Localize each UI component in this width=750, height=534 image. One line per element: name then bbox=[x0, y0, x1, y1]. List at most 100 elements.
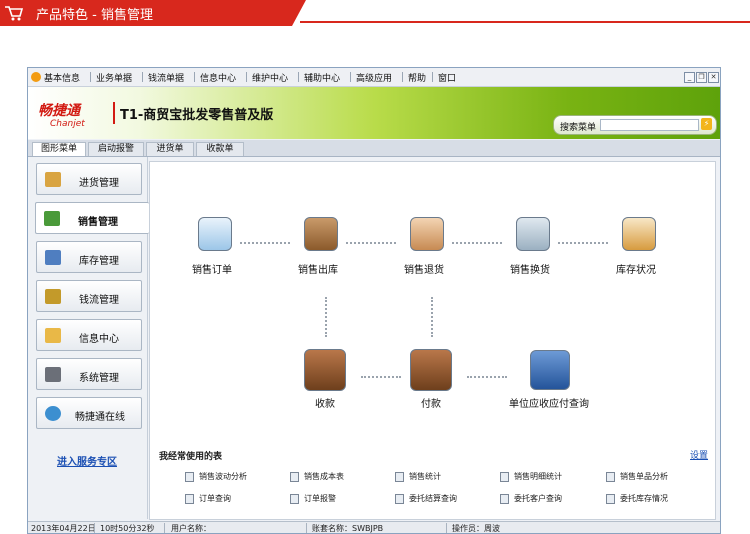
frequent-item[interactable]: 销售成本表 bbox=[290, 471, 344, 482]
menu-separator bbox=[402, 72, 403, 82]
flow-connector bbox=[452, 242, 502, 244]
frequent-tables-title: 我经常使用的表 bbox=[159, 452, 223, 462]
ar-ap-query-icon[interactable] bbox=[530, 350, 570, 390]
menu-item-window[interactable]: 窗口 bbox=[438, 71, 456, 84]
lightning-icon[interactable]: ⚡ bbox=[701, 118, 712, 130]
frequent-item[interactable]: 销售统计 bbox=[395, 471, 441, 482]
frequent-item[interactable]: 销售波动分析 bbox=[185, 471, 247, 482]
flow-connector bbox=[240, 242, 290, 244]
banner-divider-line bbox=[300, 21, 750, 23]
flow-label-sales-return[interactable]: 销售退货 bbox=[404, 261, 444, 276]
tab-startup-alarm[interactable]: 启动报警 bbox=[88, 142, 144, 156]
flow-label-pay[interactable]: 付款 bbox=[421, 395, 441, 410]
frequent-item-label: 委托库存情况 bbox=[620, 494, 668, 503]
menu-item-auxiliary[interactable]: 辅助中心 bbox=[304, 71, 340, 84]
brand-logo-en: Chanjet bbox=[50, 119, 85, 129]
brand-logo: 畅捷通 bbox=[38, 103, 80, 119]
status-operator: 操作员：周波 bbox=[452, 524, 500, 533]
restore-icon[interactable]: ❐ bbox=[696, 72, 707, 83]
frequent-item-label: 销售单品分析 bbox=[620, 472, 668, 481]
status-time: 10时50分32秒 bbox=[100, 524, 155, 533]
sales-exchange-icon[interactable] bbox=[516, 217, 550, 251]
flow-label-receive[interactable]: 收款 bbox=[315, 395, 335, 410]
frequent-item-label: 销售明细统计 bbox=[514, 472, 562, 481]
sidebar-item-money[interactable]: 钱流管理 bbox=[36, 280, 142, 312]
sidebar-item-label: 进货管理 bbox=[79, 178, 119, 189]
sidebar-item-system[interactable]: 系统管理 bbox=[36, 358, 142, 390]
sales-order-icon[interactable] bbox=[198, 217, 232, 251]
menu-item-help[interactable]: 帮助 bbox=[408, 71, 426, 84]
product-title: T1-商贸宝批发零售普及版 bbox=[120, 108, 274, 123]
menu-separator bbox=[298, 72, 299, 82]
report-icon bbox=[500, 493, 509, 504]
menu-item-money-docs[interactable]: 钱流单据 bbox=[148, 71, 184, 84]
search-label: 搜索菜单 bbox=[560, 123, 597, 133]
sidebar-item-label: 库存管理 bbox=[79, 256, 119, 267]
logo-divider bbox=[113, 102, 115, 124]
tab-receipt[interactable]: 收款单 bbox=[196, 142, 244, 156]
purchase-box-icon bbox=[45, 172, 61, 187]
stock-status-icon[interactable] bbox=[622, 217, 656, 251]
frequent-settings-link[interactable]: 设置 bbox=[690, 448, 708, 461]
menu-separator bbox=[246, 72, 247, 82]
status-bar: 2013年04月22日 10时50分32秒 用户名称： 账套名称：SWBJPB … bbox=[28, 521, 720, 533]
tab-graphic-menu[interactable]: 图形菜单 bbox=[32, 142, 86, 156]
sidebar-item-info-center[interactable]: 信息中心 bbox=[36, 319, 142, 351]
sidebar-item-inventory[interactable]: 库存管理 bbox=[36, 241, 142, 273]
frequent-item-label: 订单查询 bbox=[199, 494, 231, 503]
report-icon bbox=[290, 471, 299, 482]
sidebar-item-sales[interactable]: 销售管理 bbox=[35, 202, 149, 234]
receive-money-icon[interactable] bbox=[304, 349, 346, 391]
tab-strip: 图形菜单 启动报警 进货单 收款单 bbox=[28, 140, 720, 157]
flow-connector bbox=[325, 297, 327, 337]
report-icon bbox=[185, 471, 194, 482]
system-tools-icon bbox=[45, 367, 61, 382]
frequent-item[interactable]: 订单查询 bbox=[185, 493, 231, 504]
sidebar-item-online[interactable]: 畅捷通在线 bbox=[36, 397, 142, 429]
frequent-item-label: 委托结算查询 bbox=[409, 494, 457, 503]
flow-label-sales-order[interactable]: 销售订单 bbox=[192, 261, 232, 276]
shopping-cart-icon bbox=[5, 6, 24, 21]
flow-label-ar-ap-query[interactable]: 单位应收应付查询 bbox=[509, 395, 589, 410]
service-zone-link[interactable]: 进入服务专区 bbox=[57, 453, 117, 468]
report-icon bbox=[395, 493, 404, 504]
flow-connector bbox=[431, 297, 433, 337]
status-separator bbox=[446, 523, 447, 533]
search-input[interactable] bbox=[600, 119, 699, 131]
status-separator bbox=[306, 523, 307, 533]
menu-item-maintenance[interactable]: 维护中心 bbox=[252, 71, 288, 84]
status-date: 2013年04月22日 bbox=[31, 524, 96, 533]
frequent-item[interactable]: 委托结算查询 bbox=[395, 493, 457, 504]
flow-label-sales-out[interactable]: 销售出库 bbox=[298, 261, 338, 276]
minimize-icon[interactable]: _ bbox=[684, 72, 695, 83]
report-icon bbox=[500, 471, 509, 482]
flow-label-stock-status[interactable]: 库存状况 bbox=[616, 261, 656, 276]
menu-item-basic-info[interactable]: 基本信息 bbox=[44, 71, 80, 84]
status-separator bbox=[94, 523, 95, 533]
frequent-item[interactable]: 销售明细统计 bbox=[500, 471, 562, 482]
menu-item-advanced[interactable]: 高级应用 bbox=[356, 71, 392, 84]
info-bulb-icon bbox=[45, 328, 61, 343]
menu-item-info-center[interactable]: 信息中心 bbox=[200, 71, 236, 84]
flow-label-sales-exchange[interactable]: 销售换货 bbox=[510, 261, 550, 276]
frequent-item[interactable]: 销售单品分析 bbox=[606, 471, 668, 482]
pay-money-icon[interactable] bbox=[410, 349, 452, 391]
frequent-item[interactable]: 委托库存情况 bbox=[606, 493, 668, 504]
inventory-grid-icon bbox=[45, 250, 61, 265]
frequent-item[interactable]: 订单报警 bbox=[290, 493, 336, 504]
menu-bar: 基本信息 业务单据 钱流单据 信息中心 维护中心 辅助中心 高级应用 帮助 窗口… bbox=[28, 68, 720, 87]
frequent-item-label: 销售波动分析 bbox=[199, 472, 247, 481]
sales-return-icon[interactable] bbox=[410, 217, 444, 251]
shopping-basket-icon bbox=[44, 211, 60, 226]
sidebar-item-purchase[interactable]: 进货管理 bbox=[36, 163, 142, 195]
close-icon[interactable]: ✕ bbox=[708, 72, 719, 83]
frequent-item[interactable]: 委托客户查询 bbox=[500, 493, 562, 504]
sales-out-icon[interactable] bbox=[304, 217, 338, 251]
tab-purchase-order[interactable]: 进货单 bbox=[146, 142, 194, 156]
sidebar: 进货管理 销售管理 库存管理 钱流管理 信息中心 系统管理 畅捷通在线 进入服务… bbox=[29, 157, 149, 519]
menu-item-business-docs[interactable]: 业务单据 bbox=[96, 71, 132, 84]
status-separator bbox=[164, 523, 165, 533]
menu-separator bbox=[194, 72, 195, 82]
app-window: 基本信息 业务单据 钱流单据 信息中心 维护中心 辅助中心 高级应用 帮助 窗口… bbox=[27, 67, 721, 534]
status-user-name: 用户名称： bbox=[171, 524, 211, 533]
